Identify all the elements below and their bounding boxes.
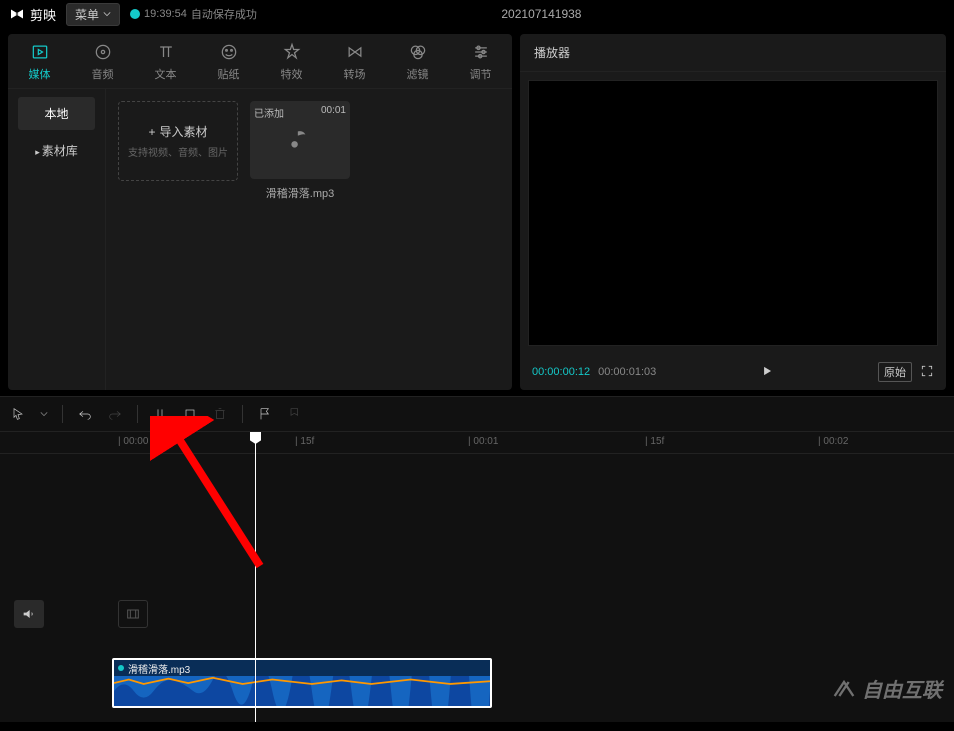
- marker-button[interactable]: [287, 406, 303, 422]
- player-viewport[interactable]: [528, 80, 938, 346]
- tab-transition[interactable]: 转场: [323, 34, 386, 88]
- autosave-text: 自动保存成功: [191, 6, 257, 22]
- playhead[interactable]: [255, 432, 256, 722]
- timeline-ruler[interactable]: | 00:00 | 15f | 00:01 | 15f | 00:02: [0, 432, 954, 454]
- ruler-tick: | 00:02: [818, 436, 848, 447]
- project-name[interactable]: 202107141938: [267, 7, 816, 21]
- tab-filter[interactable]: 滤镜: [386, 34, 449, 88]
- ruler-tick: | 15f: [645, 436, 664, 447]
- crop-button[interactable]: [182, 406, 198, 422]
- media-area: +导入素材 支持视频、音频、图片 已添加 00:01 滑稽滑落.mp3: [106, 89, 512, 390]
- tab-label: 调节: [470, 66, 492, 82]
- media-filename: 滑稽滑落.mp3: [250, 185, 350, 201]
- tab-sticker[interactable]: 贴纸: [197, 34, 260, 88]
- fullscreen-button[interactable]: [920, 364, 934, 381]
- logo-icon: [8, 5, 26, 23]
- menu-button[interactable]: 菜单: [66, 3, 120, 26]
- timeline[interactable]: | 00:00 | 15f | 00:01 | 15f | 00:02 滑稽滑落.mp3: [0, 432, 954, 722]
- added-badge: 已添加: [254, 105, 284, 120]
- ruler-tick: | 00:01: [468, 436, 498, 447]
- audio-clip[interactable]: 滑稽滑落.mp3: [112, 658, 492, 708]
- sidebar-item-library[interactable]: ▸素材库: [18, 134, 95, 167]
- tab-adjust[interactable]: 调节: [449, 34, 512, 88]
- time-total: 00:00:01:03: [598, 366, 656, 378]
- import-hint: 支持视频、音频、图片: [128, 144, 228, 159]
- aspect-ratio-button[interactable]: 原始: [878, 362, 912, 382]
- media-duration: 00:01: [321, 105, 346, 116]
- tab-label: 文本: [155, 66, 177, 82]
- music-note-icon: [287, 127, 313, 153]
- ruler-tick: | 15f: [295, 436, 314, 447]
- clip-dot-icon: [118, 665, 124, 671]
- undo-button[interactable]: [77, 406, 93, 422]
- import-button[interactable]: +导入素材 支持视频、音频、图片: [118, 101, 238, 181]
- timeline-toolbar: [0, 396, 954, 432]
- autosave-status: 19:39:54 自动保存成功: [130, 6, 257, 22]
- media-panel: 媒体 音频 文本 贴纸 特效 转场: [8, 34, 512, 390]
- chevron-down-icon[interactable]: [40, 410, 48, 418]
- video-track-placeholder: [118, 600, 148, 628]
- media-tabs: 媒体 音频 文本 贴纸 特效 转场: [8, 34, 512, 89]
- watermark-text: 自由互联: [862, 674, 942, 703]
- autosave-time: 19:39:54: [144, 8, 187, 20]
- clip-name: 滑稽滑落.mp3: [128, 661, 190, 676]
- clip-header: 滑稽滑落.mp3: [114, 660, 490, 676]
- ruler-tick: | 00:00: [118, 436, 148, 447]
- delete-button[interactable]: [212, 406, 228, 422]
- main-panels: 媒体 音频 文本 贴纸 特效 转场: [0, 28, 954, 396]
- tab-label: 媒体: [29, 66, 51, 82]
- tab-label: 特效: [281, 66, 303, 82]
- media-sidebar: 本地 ▸素材库: [8, 89, 106, 390]
- tab-text[interactable]: 文本: [134, 34, 197, 88]
- top-bar: 剪映 菜单 19:39:54 自动保存成功 202107141938: [0, 0, 954, 28]
- media-thumbnail: 已添加 00:01: [250, 101, 350, 179]
- mute-button[interactable]: [14, 600, 44, 628]
- fullscreen-icon: [920, 364, 934, 378]
- player-title: 播放器: [520, 34, 946, 72]
- player-footer: 00:00:00:12 00:00:01:03 原始: [520, 354, 946, 390]
- film-icon: [125, 606, 141, 622]
- player-panel: 播放器 00:00:00:12 00:00:01:03 原始: [520, 34, 946, 390]
- sidebar-item-local[interactable]: 本地: [18, 97, 95, 130]
- tab-label: 转场: [344, 66, 366, 82]
- track-controls: [14, 600, 44, 628]
- tab-audio[interactable]: 音频: [71, 34, 134, 88]
- app-logo: 剪映: [8, 5, 56, 24]
- import-label: +导入素材: [148, 123, 207, 140]
- chevron-down-icon: [103, 10, 111, 18]
- speaker-icon: [21, 606, 37, 622]
- tab-label: 滤镜: [407, 66, 429, 82]
- redo-button[interactable]: [107, 406, 123, 422]
- watermark-icon: [830, 675, 858, 703]
- tab-label: 音频: [92, 66, 114, 82]
- watermark: 自由互联: [830, 674, 942, 703]
- play-button[interactable]: [760, 364, 774, 381]
- status-dot-icon: [130, 9, 140, 19]
- media-body: 本地 ▸素材库 +导入素材 支持视频、音频、图片 已添加 00:01 滑稽滑落.…: [8, 89, 512, 390]
- app-name: 剪映: [30, 5, 56, 24]
- media-item[interactable]: 已添加 00:01 滑稽滑落.mp3: [250, 101, 350, 201]
- split-button[interactable]: [152, 406, 168, 422]
- play-icon: [760, 364, 774, 378]
- sidebar-item-label: 素材库: [42, 144, 78, 158]
- pointer-tool[interactable]: [10, 406, 26, 422]
- tab-effects[interactable]: 特效: [260, 34, 323, 88]
- flag-button[interactable]: [257, 406, 273, 422]
- waveform: [114, 676, 490, 706]
- time-current: 00:00:00:12: [532, 366, 590, 378]
- menu-label: 菜单: [75, 6, 99, 23]
- tab-media[interactable]: 媒体: [8, 34, 71, 88]
- tab-label: 贴纸: [218, 66, 240, 82]
